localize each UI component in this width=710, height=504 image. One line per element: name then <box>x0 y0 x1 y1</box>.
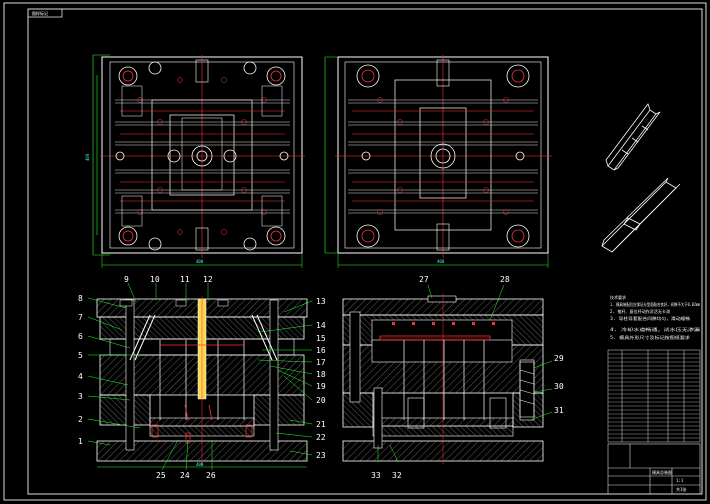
part-label-31: 31 <box>554 406 564 415</box>
part-label-14: 14 <box>316 321 326 330</box>
notes-heading: 技术要求 <box>610 294 626 300</box>
drawing-sheet: 共1张 <box>676 486 686 492</box>
part-label-26: 26 <box>206 471 216 480</box>
cad-drawing: 图样标记 400 400 400 400 8 7 6 5 4 3 2 1 9 1… <box>3 2 707 501</box>
part-label-15: 15 <box>316 334 326 343</box>
part-label-13: 13 <box>316 297 326 306</box>
part-label-12: 12 <box>203 275 213 284</box>
part-label-7: 7 <box>78 313 83 322</box>
part-label-11: 11 <box>180 275 190 284</box>
svg-text:400: 400 <box>196 259 204 264</box>
part-isometric-upper <box>605 103 661 171</box>
title-tab: 图样标记 <box>32 10 48 16</box>
part-label-2: 2 <box>78 415 83 424</box>
plan-view-right: 400 <box>324 55 552 268</box>
note-line-4: 4. 冷却水道畅通，试水压无渗漏 <box>610 326 700 332</box>
section-view-left: 400 <box>96 296 308 468</box>
note-line-5: 5. 模具外形尺寸及标记按图纸要求 <box>610 334 690 340</box>
plan-view-left: 400 400 <box>85 54 305 268</box>
drawing-name: 模具总装图 <box>652 469 672 475</box>
note-line-1: 1. 模具装配后应保证分型面贴合良好，间隙不大于0.02mm <box>610 301 700 307</box>
section-view-right <box>342 293 544 464</box>
part-label-9: 9 <box>124 275 129 284</box>
part-label-17: 17 <box>316 358 326 367</box>
part-label-16: 16 <box>316 346 326 355</box>
part-label-21: 21 <box>316 420 326 429</box>
technical-notes: 技术要求 1. 模具装配后应保证分型面贴合良好，间隙不大于0.02mm 2. 推… <box>610 294 700 340</box>
part-label-10: 10 <box>150 275 160 284</box>
drawing-scale: 1:1 <box>676 478 684 483</box>
part-label-3: 3 <box>78 392 83 401</box>
part-label-6: 6 <box>78 332 83 341</box>
part-label-30: 30 <box>554 382 564 391</box>
note-line-3: 3. 导柱导套配合间隙均匀，滑动顺畅 <box>610 315 690 321</box>
note-line-2: 2. 推杆、复位杆动作灵活无卡滞 <box>610 308 670 314</box>
part-label-32: 32 <box>392 471 402 480</box>
part-label-1: 1 <box>78 437 83 446</box>
part-label-20: 20 <box>316 396 326 405</box>
part-label-23: 23 <box>316 451 326 460</box>
part-label-5: 5 <box>78 351 83 360</box>
part-isometric-lower <box>601 177 681 253</box>
part-label-8: 8 <box>78 294 83 303</box>
part-label-28: 28 <box>500 275 510 284</box>
svg-text:400: 400 <box>196 462 204 467</box>
part-label-29: 29 <box>554 354 564 363</box>
part-label-18: 18 <box>316 370 326 379</box>
part-label-4: 4 <box>78 372 83 381</box>
part-label-33: 33 <box>371 471 381 480</box>
part-label-25: 25 <box>156 471 166 480</box>
part-label-19: 19 <box>316 382 326 391</box>
svg-text:400: 400 <box>85 153 90 161</box>
part-label-24: 24 <box>180 471 190 480</box>
parts-list-table <box>607 349 701 443</box>
part-label-22: 22 <box>316 433 326 442</box>
part-label-27: 27 <box>419 275 429 284</box>
svg-text:400: 400 <box>437 259 445 264</box>
